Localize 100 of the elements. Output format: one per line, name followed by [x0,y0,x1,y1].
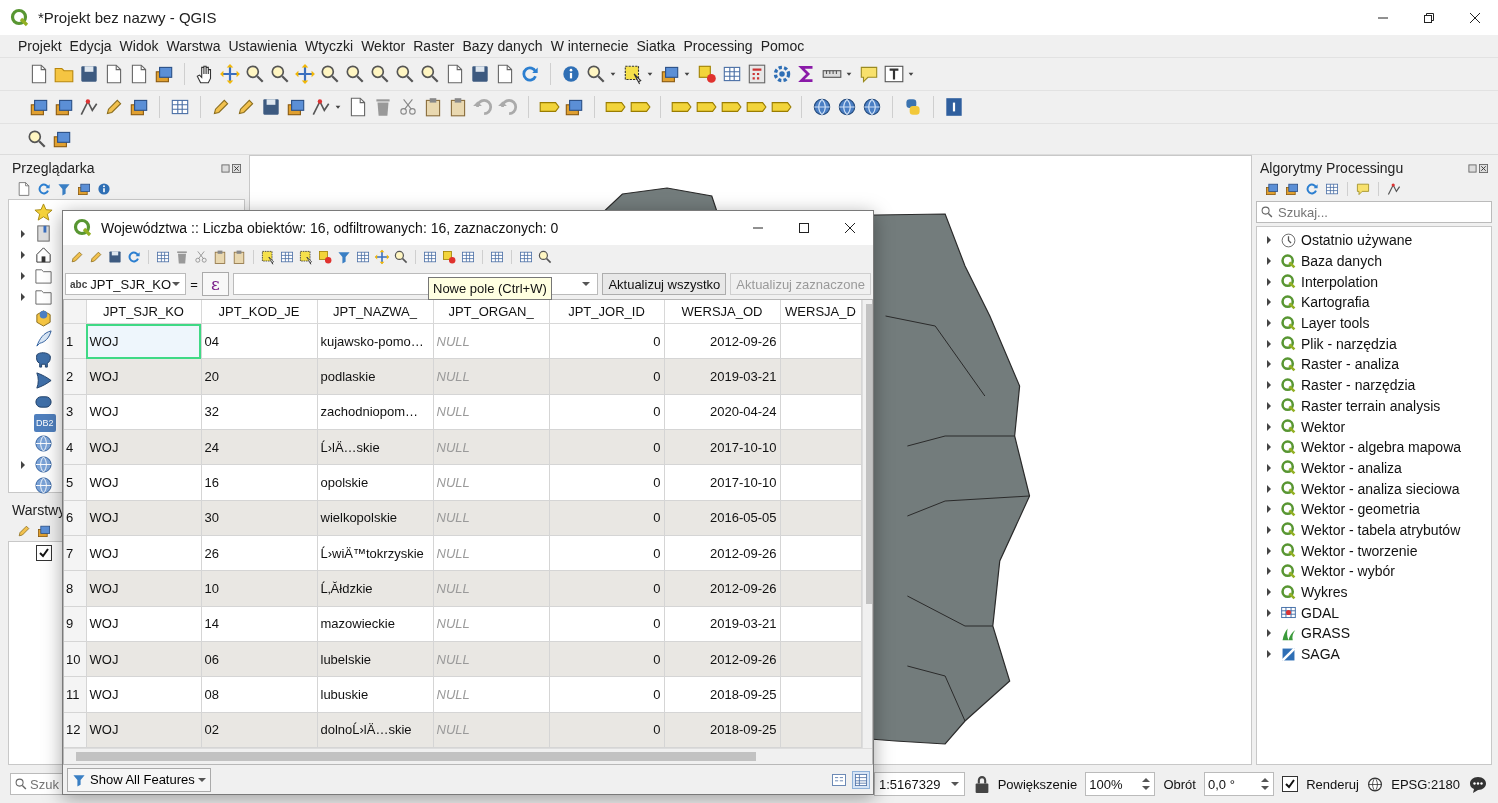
table-cell: WOJ [86,535,201,571]
tree-item[interactable]: Wektor - wybór [1301,563,1395,580]
table-cell: 0 [549,606,664,642]
tree-item[interactable]: Baza danych [1301,253,1382,270]
scale-combo[interactable]: 1:5167329 [874,772,966,796]
table-cell: 2012-09-26 [664,535,780,571]
tree-item[interactable]: Plik - narzędzia [1301,335,1397,352]
panel-title: Warstwy [12,502,66,518]
menu-item[interactable]: Warstwa [162,38,225,54]
search-field[interactable]: Szuk [10,773,64,795]
tree-item[interactable]: Wektor - tabela atrybutów [1301,521,1461,538]
menu-item[interactable]: Siatka [632,38,680,54]
equals-label: = [190,276,198,292]
table-cell: 02 [201,712,317,748]
column-header[interactable]: JPT_SJR_KO [86,300,201,324]
menu-item[interactable]: Ustawienia [224,38,301,54]
search-field[interactable]: Szukaj... [1256,201,1492,223]
window-title: *Projekt bez nazwy - QGIS [38,9,217,26]
database-badge[interactable]: DB2 [34,413,56,432]
column-header[interactable]: JPT_NAZWA_ [317,300,433,324]
field-combo[interactable]: abc JPT_SJR_KO [65,273,187,295]
table-cell: WOJ [86,323,201,359]
crs-button[interactable]: EPSG:2180 [1391,776,1460,792]
rotation-spinbox[interactable]: 0,0 ° [1204,772,1274,796]
tree-item[interactable]: Kartografia [1301,294,1370,311]
table-cell: WOJ [86,570,201,607]
table-cell: NULL [433,394,549,430]
table-cell: zachodniopom… [317,394,433,430]
tree-item[interactable]: Wektor - geometria [1301,501,1420,518]
menu-item[interactable]: Wtyczki [300,38,358,54]
table-cell: 30 [201,500,317,536]
row-number[interactable]: 7 [64,535,86,571]
row-number[interactable]: 1 [64,323,86,359]
table-cell: NULL [433,358,549,395]
table-cell: 2017-10-10 [664,464,780,501]
tree-item[interactable]: Wektor - analiza [1301,459,1402,476]
menu-item[interactable]: Widok [115,38,163,54]
table-cell: 20 [201,358,317,395]
tree-item[interactable]: Raster terrain analysis [1301,397,1441,414]
table-cell: 2016-05-05 [664,500,780,536]
table-cell: NULL [433,641,549,677]
tree-item[interactable]: Wektor - tworzenie [1301,542,1418,559]
tree-item[interactable]: Ostatnio używane [1301,232,1413,249]
table-cell: 2012-09-26 [664,570,780,607]
table-cell: 24 [201,429,317,465]
tree-item[interactable]: Wektor - analiza sieciowa [1301,480,1460,497]
tree-item[interactable]: Wektor - algebra mapowa [1301,439,1462,456]
table-cell: WOJ [86,606,201,642]
tree-item[interactable]: Layer tools [1301,315,1370,332]
column-header[interactable]: JPT_KOD_JE [201,300,317,324]
table-cell: mazowieckie [317,606,433,642]
table-cell: kujawsko-pomo… [317,323,433,359]
row-number[interactable]: 6 [64,500,86,536]
table-cell: 2012-09-26 [664,323,780,359]
row-number[interactable]: 10 [64,641,86,677]
table-cell: opolskie [317,464,433,501]
menu-item[interactable]: Edycja [65,38,116,54]
row-number[interactable]: 5 [64,464,86,501]
tree-item[interactable]: Wektor [1301,418,1346,435]
row-number[interactable]: 8 [64,570,86,607]
table-cell: dolnoĹ›lÄ…skie [317,712,433,748]
menu-item[interactable]: Processing [679,38,757,54]
filter-button[interactable]: Show All Features [67,767,211,792]
row-number[interactable]: 2 [64,358,86,395]
tree-item[interactable]: SAGA [1301,646,1340,663]
table-cell: NULL [433,676,549,713]
column-header[interactable]: JPT_JOR_ID [549,300,664,324]
table-cell: 2012-09-26 [664,641,780,677]
table-cell: 2017-10-10 [664,429,780,465]
table-cell: 0 [549,500,664,536]
tree-item[interactable]: Raster - narzędzia [1301,377,1416,394]
table-cell: 0 [549,641,664,677]
table-cell: 2018-09-25 [664,712,780,748]
row-number[interactable]: 3 [64,394,86,430]
menu-item[interactable]: Wektor [357,38,410,54]
panel-title: Przeglądarka [12,160,95,176]
menu-item[interactable]: Projekt [14,38,66,54]
update-button[interactable]: Aktualizuj wszystko [602,273,727,295]
tree-item[interactable]: Wykres [1301,584,1348,601]
menu-item[interactable]: Raster [409,38,459,54]
table-cell: 04 [201,323,317,359]
table-cell: 0 [549,429,664,465]
menu-item[interactable]: Bazy danych [458,38,547,54]
column-header[interactable]: WERSJA_D [780,300,861,324]
row-number[interactable]: 12 [64,712,86,748]
table-cell: WOJ [86,394,201,430]
tree-item[interactable]: Interpolation [1301,273,1379,290]
table-cell: WOJ [86,641,201,677]
expression-button[interactable]: ε [201,272,229,296]
tree-item[interactable]: Raster - analiza [1301,356,1400,373]
tree-item[interactable]: GRASS [1301,625,1350,642]
menu-item[interactable]: W internecie [546,38,633,54]
column-header[interactable]: WERSJA_OD [664,300,780,324]
tree-item[interactable]: GDAL [1301,604,1340,621]
menu-item[interactable]: Pomoc [756,38,809,54]
row-number[interactable]: 9 [64,606,86,642]
row-number[interactable]: 11 [64,676,86,713]
magnifier-spinbox[interactable]: 100% [1085,772,1156,796]
row-number[interactable]: 4 [64,429,86,465]
column-header[interactable]: JPT_ORGAN_ [433,300,549,324]
